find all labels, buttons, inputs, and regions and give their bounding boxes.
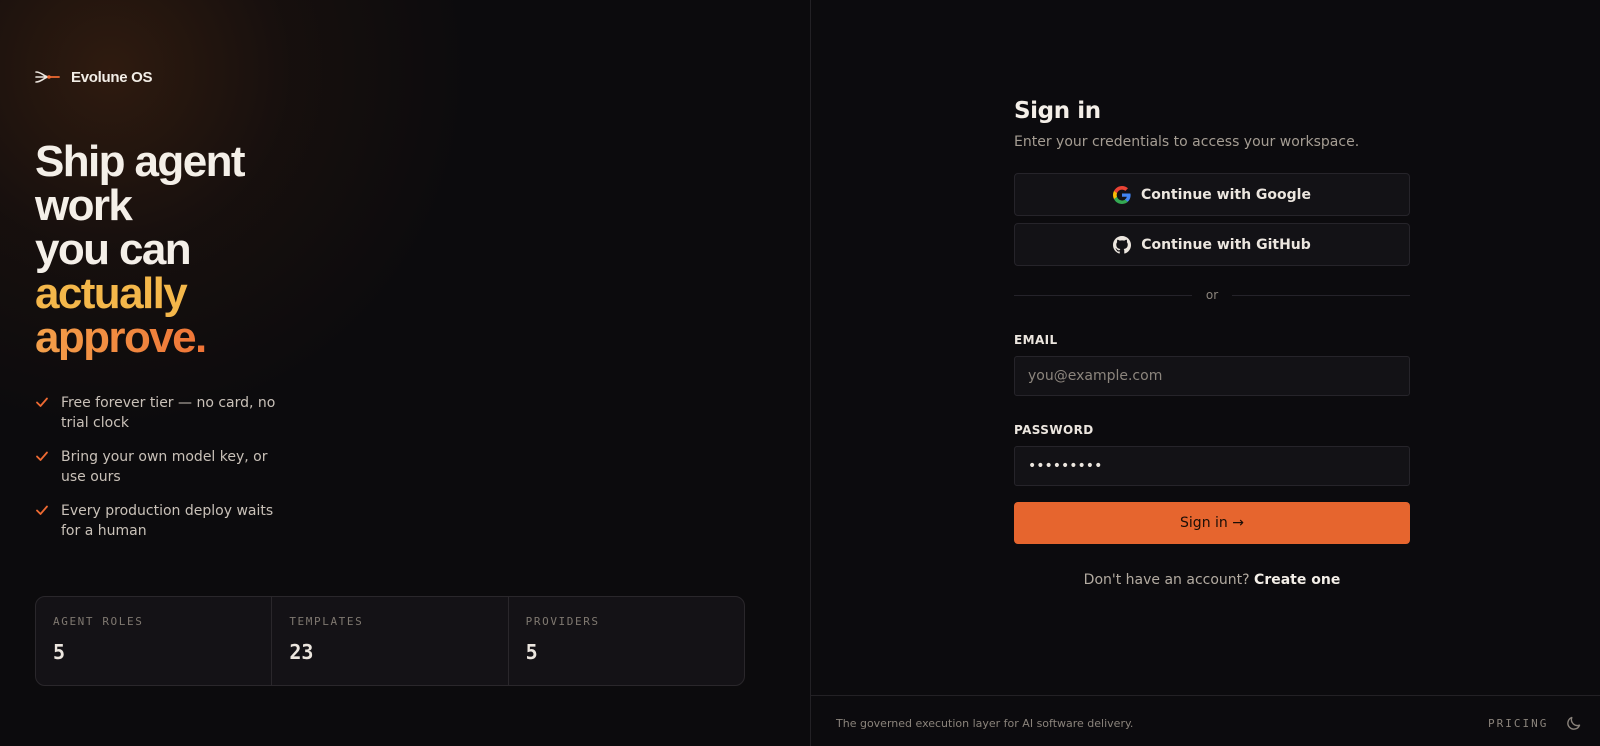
divider-line	[1014, 294, 1192, 296]
checklist-text: Every production deploy waits for a huma…	[61, 503, 274, 539]
check-icon	[36, 397, 48, 407]
continue-with-github-button[interactable]: Continue with GitHub	[1014, 223, 1410, 266]
headline-line-3: you can	[35, 225, 192, 274]
stat-providers: PROVIDERS 5	[509, 597, 744, 685]
footer-tagline: The governed execution layer for AI soft…	[836, 717, 1134, 730]
password-field[interactable]	[1014, 446, 1410, 486]
checklist-item: Free forever tier — no card, no trial cl…	[35, 393, 285, 433]
stat-value: 23	[289, 640, 314, 664]
checklist-item: Every production deploy waits for a huma…	[35, 501, 285, 541]
create-account-link[interactable]: Create one	[1254, 572, 1340, 588]
hero-panel: Evolune OS Ship agent work you can actua…	[0, 0, 810, 746]
stats-card: AGENT ROLES 5 TEMPLATES 23 PROVIDERS 5	[35, 596, 745, 686]
pricing-link[interactable]: PRICING	[1488, 717, 1548, 730]
feature-checklist: Free forever tier — no card, no trial cl…	[35, 393, 285, 555]
stat-value: 5	[53, 640, 66, 664]
continue-with-google-button[interactable]: Continue with Google	[1014, 173, 1410, 216]
no-account-text: Don't have an account?	[1083, 572, 1250, 588]
checklist-text: Free forever tier — no card, no trial cl…	[61, 395, 276, 431]
signup-prompt: Don't have an account? Create one	[1014, 572, 1410, 588]
brand-name: Evolune OS	[71, 68, 153, 86]
stat-label: TEMPLATES	[289, 615, 364, 628]
stat-templates: TEMPLATES 23	[272, 597, 509, 685]
divider-line	[1232, 294, 1410, 296]
evolune-logo-icon	[35, 71, 60, 83]
password-label: PASSWORD	[1014, 423, 1094, 437]
moon-icon[interactable]	[1566, 715, 1582, 731]
brand[interactable]: Evolune OS	[35, 68, 152, 86]
headline-line-1: Ship agent	[35, 137, 246, 186]
google-button-label: Continue with Google	[1141, 186, 1311, 203]
stat-value: 5	[525, 640, 538, 664]
signin-form: Sign in Enter your credentials to access…	[1014, 98, 1410, 588]
github-button-label: Continue with GitHub	[1141, 236, 1311, 253]
or-divider: or	[1014, 288, 1410, 302]
email-label: EMAIL	[1014, 333, 1058, 347]
stat-label: PROVIDERS	[525, 615, 600, 628]
or-text: or	[1205, 288, 1219, 302]
check-icon	[36, 505, 48, 515]
headline-accent-actually: actually	[35, 269, 188, 318]
hero-headline: Ship agent work you can actually approve…	[35, 137, 246, 360]
footer-divider	[811, 695, 1600, 696]
checklist-item: Bring your own model key, or use ours	[35, 447, 285, 487]
signin-subtitle: Enter your credentials to access your wo…	[1014, 134, 1360, 150]
stat-label: AGENT ROLES	[53, 615, 144, 628]
headline-line-2: work	[35, 181, 133, 230]
headline-accent-approve: approve.	[35, 316, 244, 360]
sign-in-button[interactable]: Sign in →	[1014, 502, 1410, 544]
github-icon	[1113, 235, 1132, 254]
google-icon	[1113, 185, 1131, 204]
check-icon	[36, 451, 48, 461]
signin-panel: Sign in Enter your credentials to access…	[811, 0, 1600, 746]
checklist-text: Bring your own model key, or use ours	[61, 449, 268, 485]
email-field[interactable]	[1014, 356, 1410, 396]
signin-title: Sign in	[1014, 98, 1101, 124]
stat-agent-roles: AGENT ROLES 5	[36, 597, 273, 685]
